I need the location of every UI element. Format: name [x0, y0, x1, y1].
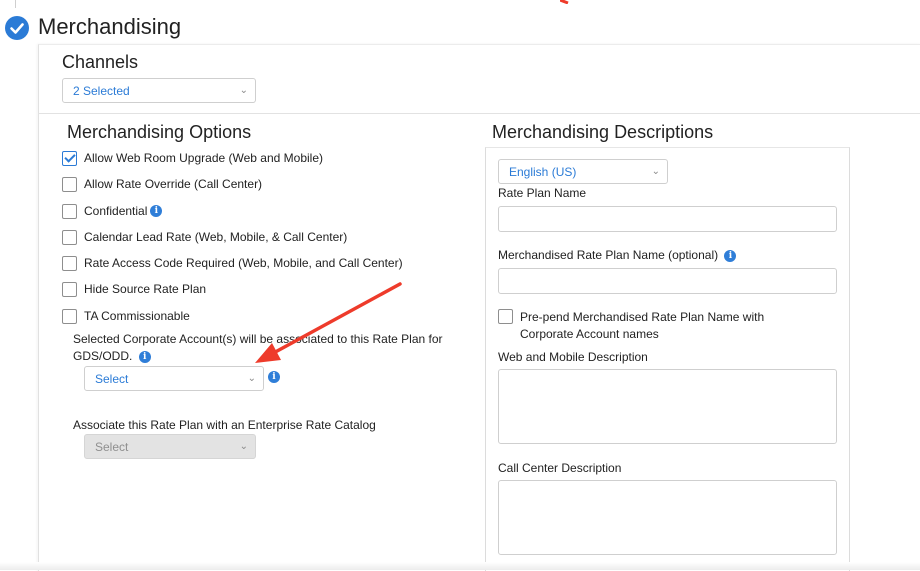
rate-catalog-select-value: Select	[95, 440, 129, 454]
call-center-description-label: Call Center Description	[498, 461, 622, 475]
call-center-description-textarea[interactable]	[498, 480, 837, 555]
channels-title: Channels	[62, 52, 139, 72]
merchandising-descriptions-title: Merchandising Descriptions	[492, 122, 714, 142]
merchandising-options-title: Merchandising Options	[67, 122, 252, 142]
corporate-account-select-value: Select	[95, 372, 129, 386]
web-mobile-description-label: Web and Mobile Description	[498, 350, 648, 364]
prepend-label: Pre-pend Merchandised Rate Plan Name wit…	[520, 310, 765, 341]
option-label: TA Commissionable	[84, 309, 190, 323]
info-icon[interactable]: i	[138, 350, 151, 363]
option-rate-access-code-required[interactable]: Rate Access Code Required (Web, Mobile, …	[62, 254, 403, 272]
rate-plan-name-label: Rate Plan Name	[498, 186, 587, 200]
chevron-down-icon: ⌄	[247, 373, 256, 384]
checkbox-allow-rate-override[interactable]	[62, 176, 77, 192]
option-hide-source-rate-plan[interactable]: Hide Source Rate Plan	[62, 280, 206, 298]
red-arrow-tail-icon	[560, 0, 569, 4]
rate-catalog-label: Associate this Rate Plan with an Enterpr…	[73, 418, 376, 432]
language-select[interactable]: English (US) ⌄	[498, 159, 668, 184]
rate-plan-name-input[interactable]	[498, 206, 837, 232]
merchandised-name-label-text: Merchandised Rate Plan Name (optional)	[498, 248, 719, 262]
section-title: Merchandising	[38, 14, 182, 39]
prepend-option[interactable]: Pre-pend Merchandised Rate Plan Name wit…	[498, 309, 820, 343]
option-label: Confidential	[84, 204, 148, 218]
checkbox-rate-access-code-required[interactable]	[62, 255, 77, 271]
corporate-account-text: Selected Corporate Account(s) will be as…	[73, 331, 445, 365]
merchandised-name-input[interactable]	[498, 268, 837, 294]
option-label: Rate Access Code Required (Web, Mobile, …	[84, 256, 403, 270]
corporate-account-label: Selected Corporate Account(s) will be as…	[73, 332, 443, 363]
chevron-down-icon: ⌄	[651, 166, 660, 177]
checkbox-calendar-lead-rate[interactable]	[62, 229, 77, 245]
option-confidential[interactable]: Confidential i	[62, 202, 163, 220]
channels-select[interactable]: 2 Selected ⌄	[62, 78, 256, 103]
option-label: Allow Web Room Upgrade (Web and Mobile)	[84, 151, 323, 165]
option-label: Calendar Lead Rate (Web, Mobile, & Call …	[84, 230, 348, 244]
checkbox-hide-source-rate-plan[interactable]	[62, 281, 77, 297]
option-allow-rate-override[interactable]: Allow Rate Override (Call Center)	[62, 175, 262, 193]
info-icon[interactable]: i	[150, 205, 163, 217]
channels-select-value: 2 Selected	[73, 84, 130, 98]
checkbox-confidential[interactable]	[62, 203, 77, 219]
connector-line	[15, 0, 16, 8]
info-icon[interactable]: i	[724, 249, 737, 262]
info-icon[interactable]: i	[268, 371, 280, 383]
chevron-down-icon: ⌄	[239, 85, 248, 96]
checkbox-ta-commissionable[interactable]	[62, 308, 77, 324]
option-calendar-lead-rate[interactable]: Calendar Lead Rate (Web, Mobile, & Call …	[62, 228, 347, 246]
checkbox-allow-web-room-upgrade[interactable]	[62, 150, 77, 166]
language-select-value: English (US)	[509, 165, 577, 179]
corporate-account-select[interactable]: Select ⌄	[84, 366, 264, 391]
check-circle-icon	[5, 16, 29, 40]
option-label: Hide Source Rate Plan	[84, 282, 207, 296]
option-label: Allow Rate Override (Call Center)	[84, 177, 263, 191]
rate-catalog-select[interactable]: Select ⌄	[84, 434, 256, 459]
chevron-down-icon: ⌄	[239, 441, 248, 452]
divider	[38, 113, 920, 114]
merchandised-name-label: Merchandised Rate Plan Name (optional) i	[498, 248, 737, 262]
option-ta-commissionable[interactable]: TA Commissionable	[62, 307, 190, 325]
scroll-shadow	[0, 562, 920, 570]
web-mobile-description-textarea[interactable]	[498, 369, 837, 444]
checkbox-prepend-corporate[interactable]	[498, 309, 513, 324]
option-allow-web-room-upgrade[interactable]: Allow Web Room Upgrade (Web and Mobile)	[62, 149, 323, 167]
